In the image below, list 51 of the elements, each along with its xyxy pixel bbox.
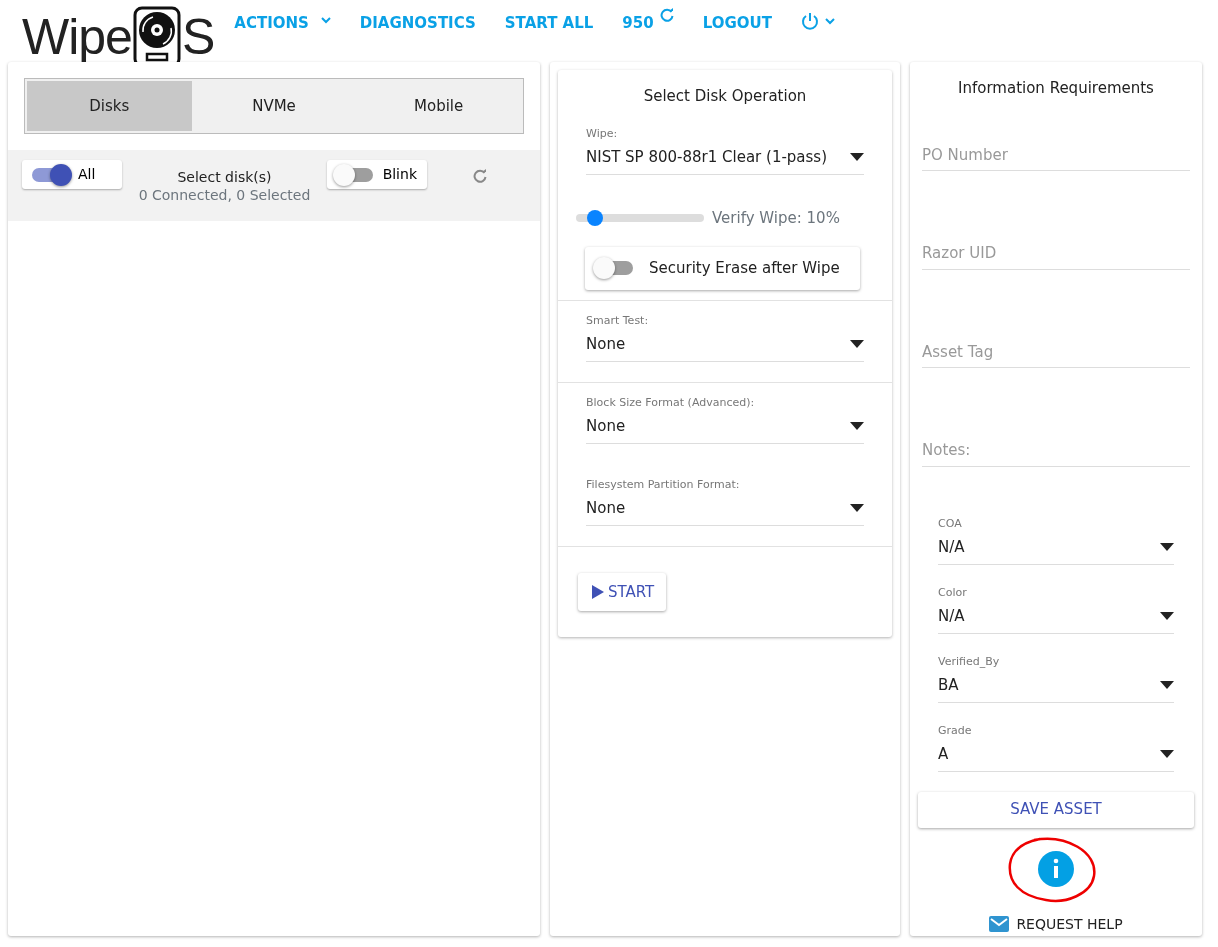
- text-field[interactable]: PO Number: [922, 139, 1190, 171]
- text-field[interactable]: Notes:: [922, 435, 1190, 467]
- play-icon: [592, 584, 604, 599]
- field-label: Block Size Format (Advanced):: [586, 394, 756, 411]
- tab[interactable]: NVMe: [191, 81, 357, 131]
- field-label: Verified_By: [938, 653, 1001, 670]
- text-field[interactable]: Asset Tag: [922, 336, 1190, 368]
- status-text: 0 Connected, 0 Selected: [137, 186, 312, 204]
- dropdown-select[interactable]: None: [586, 329, 864, 362]
- caret-icon: [1160, 543, 1174, 552]
- power-icon: [800, 12, 819, 30]
- caret-icon: [1160, 612, 1174, 621]
- dropdown-select[interactable]: NIST SP 800-88r1 Clear (1-pass): [586, 142, 864, 175]
- field-label: Smart Test:: [586, 312, 650, 329]
- start-button[interactable]: START: [578, 572, 667, 611]
- card-title: Select Disk Operation: [642, 86, 808, 107]
- dropdown-select[interactable]: BA: [938, 670, 1174, 703]
- panel-title: Information Requirements: [957, 78, 1155, 99]
- section-title: Select disk(s): [176, 169, 273, 187]
- mail-icon: [989, 916, 1010, 932]
- option-label: Security Erase after Wipe: [649, 258, 840, 279]
- dropdown-select[interactable]: A: [938, 739, 1174, 772]
- caret-icon: [850, 153, 864, 162]
- chevron-icon: [824, 18, 835, 25]
- caret-icon: [850, 422, 864, 431]
- dropdown-select[interactable]: N/A: [938, 601, 1174, 634]
- tab[interactable]: Mobile: [356, 81, 521, 131]
- refresh-icon: [473, 169, 487, 183]
- caret-icon: [850, 504, 864, 513]
- caret-icon: [1160, 750, 1174, 759]
- caret-icon: [1160, 681, 1174, 690]
- save-asset-button[interactable]: SAVE ASSET: [918, 791, 1194, 828]
- slider-thumb[interactable]: [587, 209, 604, 226]
- refresh-icon: [659, 8, 674, 22]
- dropdown-select[interactable]: None: [586, 411, 864, 444]
- field-label: Filesystem Partition Format:: [586, 476, 741, 493]
- info-icon: [1038, 850, 1074, 887]
- caret-icon: [850, 340, 864, 349]
- field-label: Color: [938, 584, 968, 601]
- dropdown-select[interactable]: N/A: [938, 532, 1174, 565]
- chevron-icon: [320, 17, 331, 24]
- slider-reading: Verify Wipe: 10%: [712, 207, 840, 229]
- field-label: Grade: [938, 722, 973, 739]
- text-field[interactable]: Razor UID: [922, 238, 1190, 270]
- field-label: COA: [938, 515, 963, 532]
- field-label: Wipe:: [586, 125, 619, 142]
- toggle-chip[interactable]: All: [22, 160, 122, 189]
- toggle-chip[interactable]: Blink: [327, 160, 427, 189]
- request-help-link[interactable]: REQUEST HELP: [910, 913, 1202, 935]
- dropdown-select[interactable]: None: [586, 493, 864, 526]
- tab[interactable]: Disks: [27, 81, 192, 131]
